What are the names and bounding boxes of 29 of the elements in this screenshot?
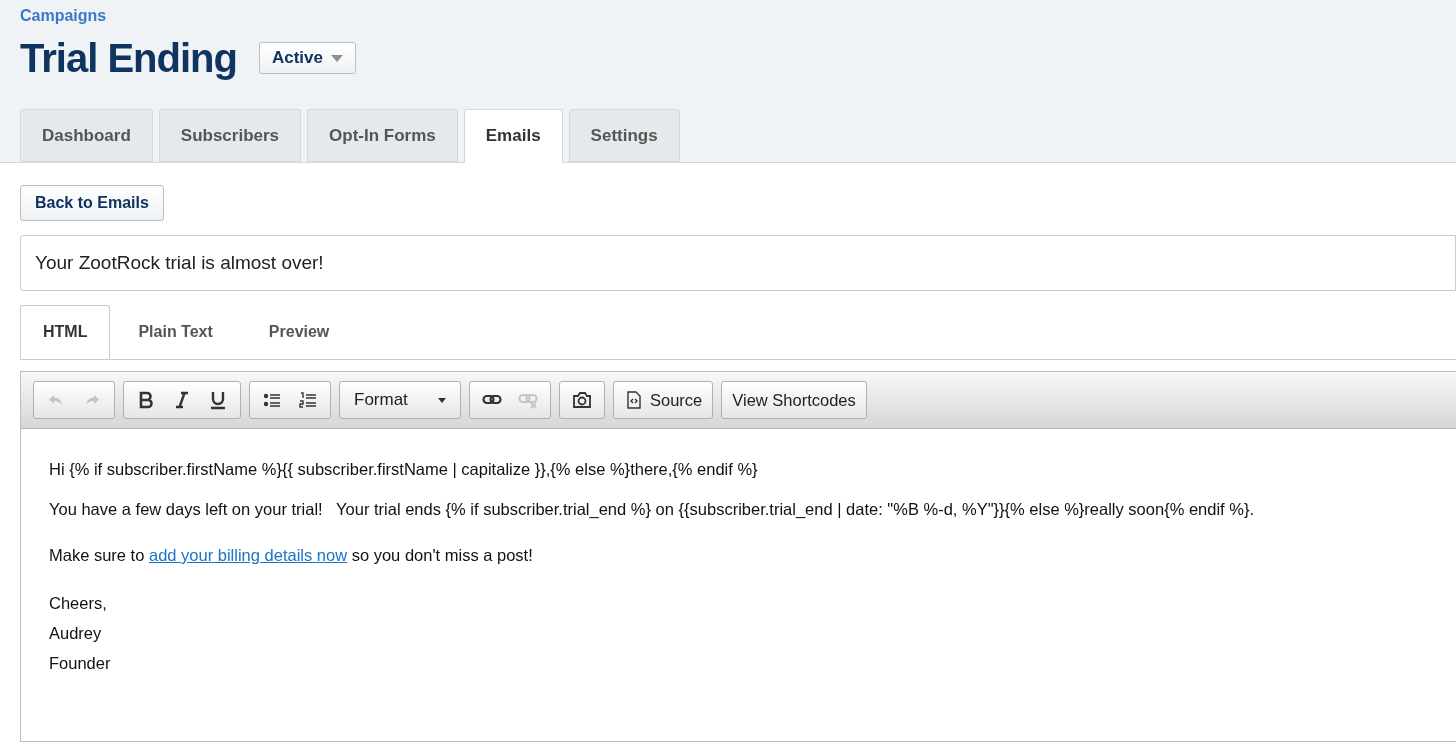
shortcodes-button[interactable]: View Shortcodes xyxy=(721,381,867,419)
tab[interactable]: Dashboard xyxy=(20,109,153,162)
editor-tab[interactable]: HTML xyxy=(20,305,111,359)
tab[interactable]: Subscribers xyxy=(158,109,302,162)
tab[interactable]: Emails xyxy=(463,109,563,163)
tab[interactable]: Opt-In Forms xyxy=(307,109,458,162)
signature-line: Audrey xyxy=(49,623,103,643)
body-paragraph: Make sure to add your billing details now so you don't miss a post! xyxy=(49,545,534,566)
signature-line: Cheers, xyxy=(49,593,108,613)
caret-icon xyxy=(438,397,446,403)
billing-link[interactable]: add your billing details now xyxy=(148,546,348,564)
editor-tab[interactable]: Preview xyxy=(240,305,358,359)
editor-tab[interactable]: Plain Text xyxy=(110,305,241,359)
numbered-list-icon xyxy=(298,390,318,410)
caret-icon xyxy=(330,54,343,62)
signature-line: Founder xyxy=(49,653,112,673)
back-button[interactable]: Back to Emails xyxy=(20,185,164,221)
campaign-title: Trial Ending xyxy=(20,35,237,82)
body-paragraph: Hi {% if subscriber.firstName %}{{ subscriber.firstName | capitalize }},{% else %}there,{% endif %} xyxy=(49,459,759,480)
status-dropdown[interactable]: Active xyxy=(258,42,356,74)
body-paragraph: You have a few days left on your trial! Your trial ends {% if subscriber.trial_end %} on {{subscriber.trial_end | date: "%B %-d, %Y"}}{% else %}really soon{% endif %}. xyxy=(49,499,1256,520)
format-dropdown[interactable]: Format xyxy=(339,381,461,419)
tab[interactable]: Settings xyxy=(568,109,680,162)
document-code-icon xyxy=(624,390,644,410)
subject-field[interactable]: Your ZootRock trial is almost over! xyxy=(20,235,1456,291)
source-button[interactable]: Source xyxy=(613,381,714,419)
underline-icon xyxy=(208,390,228,410)
camera-icon xyxy=(572,390,592,410)
breadcrumb-link[interactable]: Campaigns xyxy=(20,7,107,24)
